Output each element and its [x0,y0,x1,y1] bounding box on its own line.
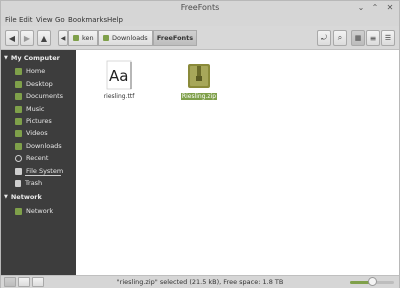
menu-go[interactable]: Go [55,15,65,26]
chevron-left-icon: ◀ [60,34,66,42]
menu-file[interactable]: File [5,15,17,26]
breadcrumb-label: ken [82,34,94,42]
file-item-riesling-zip[interactable]: Riesling.zip [174,62,224,100]
svg-text:Aa: Aa [109,67,128,85]
list-icon: ≡ [369,33,377,43]
forward-button[interactable]: ▶ [20,30,34,46]
minimize-icon[interactable]: ⌄ [356,3,366,13]
expand-triangle-icon: ▼ [4,55,8,61]
home-icon [73,35,79,41]
maximize-icon[interactable]: ⌃ [370,3,380,13]
breadcrumb-label: Downloads [112,34,148,42]
up-button[interactable]: ▲ [37,30,51,46]
search-icon: ⌕ [337,33,343,42]
breadcrumb-downloads[interactable]: Downloads [98,30,153,46]
file-name-label: riesling.ttf [103,93,135,100]
breadcrumb-label: FreeFonts [156,34,194,42]
drive-icon [15,167,22,175]
arrow-right-icon: ▶ [23,33,31,43]
compact-list-icon: ☰ [384,34,392,42]
menu-view[interactable]: View [36,15,53,26]
toggle-location-button[interactable]: ⤾ [317,30,331,46]
sidebar-item-network[interactable]: Network [15,206,53,216]
list-view-button[interactable]: ≡ [366,30,380,46]
compact-view-button[interactable]: ☰ [381,30,395,46]
sidebar-header-my-computer[interactable]: ▼ My Computer [4,54,60,62]
documents-folder-icon [15,92,22,100]
sidebar-item-recent[interactable]: Recent [15,153,48,163]
desktop-folder-icon [15,80,22,88]
font-file-icon: Aa [106,60,132,90]
expand-triangle-icon: ▼ [4,194,8,200]
zoom-slider-handle[interactable] [367,277,377,286]
icon-view-button[interactable]: ▦ [351,30,365,46]
sidebar-item-pictures[interactable]: Pictures [15,116,52,126]
zoom-slider[interactable] [350,277,394,286]
videos-folder-icon [15,129,22,137]
title-bar[interactable]: FreeFonts ⌄ ⌃ ✕ [1,1,399,15]
pictures-folder-icon [15,117,22,125]
status-text: "riesling.zip" selected (21.5 kB), Free … [116,278,284,286]
sidebar-item-desktop[interactable]: Desktop [15,79,53,89]
file-manager-window: FreeFonts ⌄ ⌃ ✕ File Edit View Go Bookma… [0,0,400,288]
home-folder-icon [15,67,22,75]
breadcrumb-freefonts[interactable]: FreeFonts [153,30,197,46]
menu-bar: File Edit View Go Bookmarks Help [1,15,399,26]
file-view[interactable]: Aa riesling.ttf Riesling.zip [76,50,399,275]
network-icon [15,207,22,215]
file-system-usage-bar [25,175,61,176]
toolbar: ◀ ▶ ▲ ◀ ken Downloads FreeFonts ⤾ ⌕ ▦ ≡ … [1,26,399,50]
folder-icon [103,35,109,41]
menu-edit[interactable]: Edit [19,15,33,26]
sidebar-item-music[interactable]: Music [15,104,45,114]
search-button[interactable]: ⌕ [333,30,347,46]
arrow-up-icon: ▲ [40,33,48,43]
location-icon: ⤾ [321,33,327,42]
trash-icon [15,179,21,187]
music-folder-icon [15,105,22,113]
downloads-folder-icon [15,142,22,150]
menu-help[interactable]: Help [107,15,123,26]
sidebar-item-documents[interactable]: Documents [15,91,63,101]
sidebar-header-network[interactable]: ▼ Network [4,193,42,201]
menu-bookmarks[interactable]: Bookmarks [68,15,107,26]
sidebar-item-trash[interactable]: Trash [15,178,42,188]
window-title: FreeFonts [180,3,220,12]
clock-icon [15,154,22,162]
sidebar-item-home[interactable]: Home [15,66,45,76]
breadcrumb-ken[interactable]: ken [68,30,98,46]
sidebar-item-downloads[interactable]: Downloads [15,141,62,151]
sidebar-item-videos[interactable]: Videos [15,128,48,138]
arrow-left-icon: ◀ [8,33,16,43]
status-bar: "riesling.zip" selected (21.5 kB), Free … [1,275,399,288]
sidebar: ▼ My Computer Home Desktop Documents Mus… [1,50,76,275]
file-name-label: Riesling.zip [180,93,218,100]
file-item-riesling-ttf[interactable]: Aa riesling.ttf [94,60,144,100]
back-button[interactable]: ◀ [5,30,19,46]
close-icon[interactable]: ✕ [385,3,395,13]
archive-icon [188,64,210,88]
grid-icon: ▦ [354,34,362,42]
breadcrumb-scroll-left-button[interactable]: ◀ [58,30,68,46]
